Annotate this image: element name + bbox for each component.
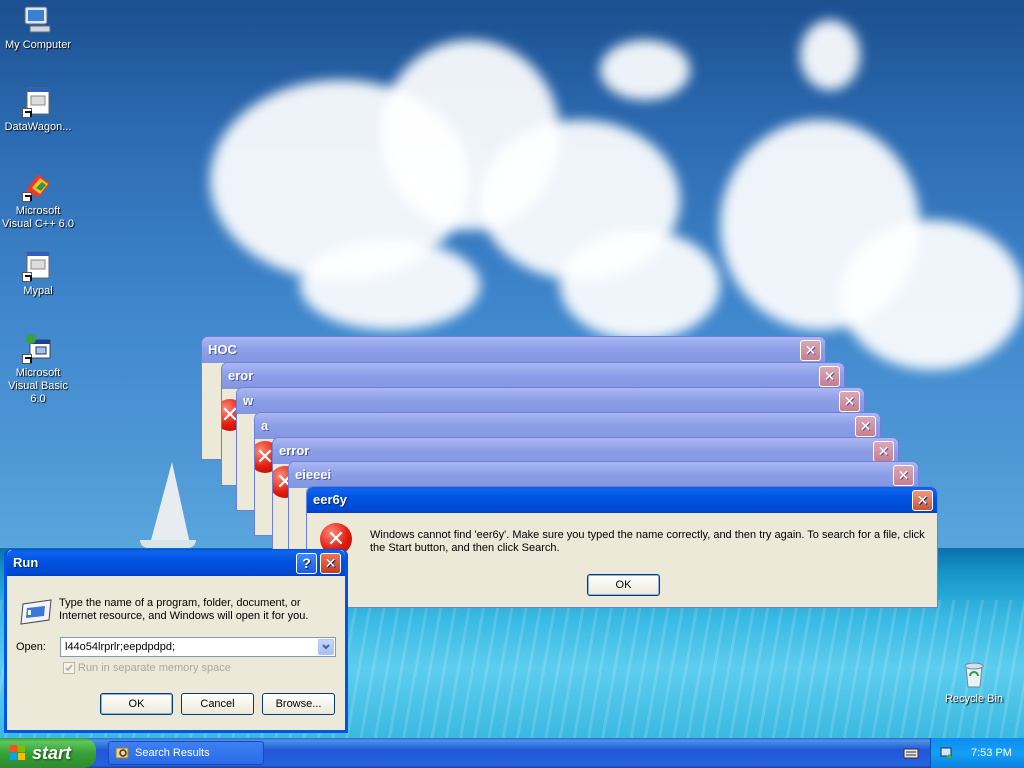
open-input[interactable]: l44o54lrprlr;eepdpdpd;: [65, 641, 175, 653]
checkmark-icon: [65, 664, 73, 672]
title-bar[interactable]: eror ✕: [222, 363, 844, 389]
desktop-icon-visual-basic[interactable]: Microsoft Visual Basic 6.0: [0, 332, 76, 406]
chevron-down-icon: [322, 644, 330, 650]
window-title: HOC: [208, 342, 237, 357]
dropdown-button[interactable]: [318, 639, 334, 655]
help-button[interactable]: ?: [296, 553, 317, 574]
open-label: Open:: [16, 641, 46, 653]
desktop-icon-visual-cpp[interactable]: Microsoft Visual C++ 6.0: [0, 170, 76, 231]
close-button[interactable]: ✕: [855, 416, 876, 437]
title-bar[interactable]: w ✕: [237, 388, 864, 414]
close-button[interactable]: ✕: [873, 441, 894, 462]
desktop-icon-datawagon[interactable]: DataWagon...: [0, 86, 76, 134]
run-icon: [19, 598, 53, 626]
taskbar: start Search Results 7:53 PM: [0, 738, 1024, 768]
title-bar[interactable]: eieeei ✕: [289, 462, 918, 488]
computer-icon: [22, 4, 54, 36]
clock[interactable]: 7:53 PM: [971, 738, 1012, 768]
desktop-icon-label: DataWagon...: [4, 121, 72, 133]
close-button[interactable]: ✕: [839, 391, 860, 412]
window-title: Run: [13, 555, 39, 570]
window-title: error: [279, 443, 310, 458]
window-title: eror: [228, 368, 254, 383]
title-bar[interactable]: eer6y ✕: [307, 487, 937, 513]
title-bar[interactable]: a ✕: [255, 413, 880, 439]
close-button[interactable]: ✕: [819, 366, 840, 387]
network-icon[interactable]: [939, 745, 955, 761]
close-button[interactable]: ✕: [800, 340, 821, 361]
window-title: w: [243, 393, 254, 408]
separate-memory-label: Run in separate memory space: [78, 662, 231, 674]
desktop-icon-mypal[interactable]: Mypal: [0, 250, 76, 298]
ok-button[interactable]: OK: [100, 693, 173, 715]
desktop-icon-label: My Computer: [4, 39, 72, 51]
close-button[interactable]: ✕: [320, 553, 341, 574]
desktop-icon-label: Recycle Bin: [944, 693, 1004, 705]
visual-basic-icon: [22, 332, 54, 364]
desktop-icon-label: Microsoft Visual C++ 6.0: [2, 205, 74, 230]
close-button[interactable]: ✕: [893, 465, 914, 486]
title-bar[interactable]: Run ? ✕: [7, 550, 345, 576]
program-shortcut-icon: [22, 86, 54, 118]
windows-logo-icon: [10, 745, 26, 761]
desktop-icon-my-computer[interactable]: My Computer: [0, 4, 76, 52]
ok-button[interactable]: OK: [587, 574, 660, 596]
program-shortcut-icon: [22, 250, 54, 282]
run-description: Type the name of a program, folder, docu…: [59, 597, 309, 622]
taskbar-item-search-results[interactable]: Search Results: [108, 741, 264, 765]
window-title: a: [261, 418, 269, 433]
keyboard-icon[interactable]: [903, 746, 919, 760]
window-title: eer6y: [313, 492, 347, 507]
start-button[interactable]: start: [0, 738, 96, 768]
close-button[interactable]: ✕: [912, 490, 933, 511]
cancel-button[interactable]: Cancel: [181, 693, 254, 715]
recycle-bin-icon: [958, 658, 990, 690]
desktop-icon-label: Microsoft Visual Basic 6.0: [8, 367, 68, 405]
desktop-icon-recycle-bin[interactable]: Recycle Bin: [936, 658, 1012, 706]
separate-memory-checkbox[interactable]: [63, 662, 75, 674]
title-bar[interactable]: HOC ✕: [202, 337, 825, 363]
visual-cpp-icon: [22, 170, 54, 202]
system-tray: 7:53 PM: [930, 738, 1024, 768]
run-dialog[interactable]: Run ? ✕ Type the name of a program, fold…: [4, 549, 348, 733]
open-combobox[interactable]: l44o54lrprlr;eepdpdpd;: [60, 637, 336, 657]
error-message: Windows cannot find 'eer6y'. Make sure y…: [370, 529, 925, 554]
taskbar-item-label: Search Results: [135, 747, 210, 759]
start-label: start: [32, 743, 72, 763]
browse-button[interactable]: Browse...: [262, 693, 335, 715]
error-dialog-eer6y[interactable]: eer6y ✕ ✕ Windows cannot find 'eer6y'. M…: [306, 486, 938, 608]
window-title: eieeei: [295, 467, 332, 482]
search-results-icon: [115, 747, 129, 759]
desktop-icon-label: Mypal: [23, 285, 53, 297]
